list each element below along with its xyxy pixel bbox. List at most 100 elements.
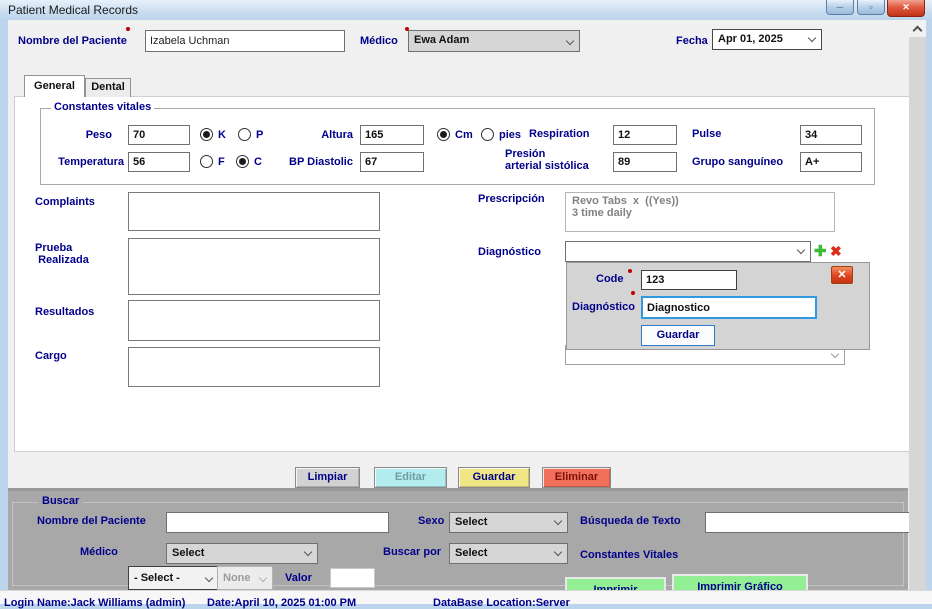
popup-close-button[interactable]: ✕ <box>831 266 853 284</box>
search-text-label: Búsqueda de Texto <box>580 515 681 527</box>
peso-unit-k-radio[interactable] <box>200 128 213 141</box>
imprimir-button[interactable]: Imprimir <box>565 577 666 590</box>
altura-unit-pies-radio[interactable] <box>481 128 494 141</box>
pulse-input[interactable] <box>800 125 862 145</box>
chevron-down-icon <box>554 548 562 556</box>
prueba-realizada-label: Prueba Realizada <box>35 242 89 266</box>
altura-unit-cm-radio[interactable] <box>437 128 450 141</box>
respiration-input[interactable] <box>613 125 677 145</box>
diagnostico-label: Diagnóstico <box>478 246 541 258</box>
search-panel: Buscar Nombre del Paciente Sexo Select B… <box>8 488 908 590</box>
vitals-group: Constantes vitales <box>40 108 875 185</box>
vitals-legend: Constantes vitales <box>51 101 154 113</box>
valor-input[interactable] <box>330 568 375 588</box>
chevron-down-icon <box>808 34 816 42</box>
search-patient-name-label: Nombre del Paciente <box>37 515 146 527</box>
add-diagnosis-popup: ✕ Code Diagnóstico Guardar <box>566 262 870 350</box>
minimize-icon: ─ <box>837 2 843 12</box>
bp-diastolic-input[interactable] <box>360 152 424 172</box>
altura-input[interactable] <box>360 125 424 145</box>
close-icon: ✕ <box>837 269 846 281</box>
form-area: Nombre del Paciente Médico Ewa Adam Fech… <box>8 20 909 590</box>
scroll-up-icon <box>913 26 923 36</box>
title-bar: Patient Medical Records <box>0 0 932 20</box>
peso-input[interactable] <box>128 125 190 145</box>
add-diagnosis-icon[interactable]: ✚ <box>814 244 827 259</box>
popup-diagnostico-input[interactable] <box>641 296 817 319</box>
chevron-down-icon <box>205 574 213 582</box>
search-sexo-select[interactable]: Select <box>449 512 568 533</box>
maximize-icon: ▫ <box>869 2 872 12</box>
scroll-up-button[interactable] <box>909 20 926 37</box>
code-label: Code <box>596 273 624 285</box>
peso-label: Peso <box>48 129 112 141</box>
chevron-down-icon <box>831 350 839 358</box>
k-label: K <box>218 129 226 141</box>
buscar-por-select[interactable]: Select <box>449 543 568 564</box>
window-title: Patient Medical Records <box>8 3 138 17</box>
prescripcion-label: Prescripción <box>478 193 545 205</box>
presion-sistolica-input[interactable] <box>613 152 677 172</box>
resultados-label: Resultados <box>35 306 94 318</box>
required-marker <box>631 291 635 295</box>
temp-unit-c-radio[interactable] <box>236 155 249 168</box>
constantes-vitales-label: Constantes Vitales <box>580 549 678 561</box>
patient-name-input[interactable] <box>145 30 345 52</box>
medico-select[interactable]: Ewa Adam <box>408 30 580 52</box>
guardar-button[interactable]: Guardar <box>458 467 530 488</box>
temperatura-input[interactable] <box>128 152 190 172</box>
status-database-location: DataBase Location:Server <box>433 597 570 609</box>
status-date: Date:April 10, 2025 01:00 PM <box>207 597 356 609</box>
complaints-textarea[interactable] <box>128 192 380 231</box>
chevron-down-icon <box>259 574 267 582</box>
unit-select[interactable]: None <box>217 566 273 590</box>
medico-label: Médico <box>360 35 398 47</box>
tab-dental[interactable]: Dental <box>85 78 131 97</box>
eliminar-button[interactable]: Eliminar <box>542 467 611 488</box>
delete-diagnosis-icon[interactable]: ✖ <box>830 244 842 259</box>
close-icon: ✕ <box>902 2 910 12</box>
vital-sign-select[interactable]: - Select - <box>128 566 219 590</box>
cargo-textarea[interactable] <box>128 347 380 387</box>
search-text-input[interactable] <box>705 512 909 533</box>
editar-button[interactable]: Editar <box>374 467 447 488</box>
prescripcion-textarea[interactable]: Revo Tabs x ((Yes)) 3 time daily <box>565 192 835 232</box>
p-label: P <box>256 129 263 141</box>
altura-label: Altura <box>285 129 353 141</box>
fecha-date-picker[interactable]: Apr 01, 2025 <box>712 29 822 50</box>
vertical-scrollbar[interactable] <box>909 20 926 590</box>
popup-diagnostico-label: Diagnóstico <box>572 301 635 313</box>
diagnostico-select[interactable] <box>565 241 811 262</box>
limpiar-button[interactable]: Limpiar <box>295 467 360 488</box>
pulse-label: Pulse <box>692 128 721 140</box>
peso-unit-p-radio[interactable] <box>238 128 251 141</box>
temp-unit-f-radio[interactable] <box>200 155 213 168</box>
chevron-down-icon <box>554 517 562 525</box>
search-medico-select[interactable]: Select <box>166 543 318 564</box>
cargo-label: Cargo <box>35 350 67 362</box>
imprimir-grafico-button[interactable]: Imprimir Gráfico <box>672 574 808 590</box>
status-bar: Login Name:Jack Williams (admin) Date:Ap… <box>0 590 932 604</box>
presion-sistolica-label: Presión arterial sistólica <box>505 148 615 172</box>
status-login-name: Login Name:Jack Williams (admin) <box>4 597 185 609</box>
temperatura-label: Temperatura <box>42 156 124 168</box>
close-button[interactable]: ✕ <box>887 0 925 17</box>
f-label: F <box>218 156 225 168</box>
cm-label: Cm <box>455 129 473 141</box>
respiration-label: Respiration <box>529 128 590 140</box>
code-input[interactable] <box>641 270 737 290</box>
tab-general[interactable]: General <box>24 75 85 97</box>
bp-diastolic-label: BP Diastolic <box>278 156 353 168</box>
search-sexo-label: Sexo <box>418 515 444 527</box>
resultados-textarea[interactable] <box>128 300 380 341</box>
pies-label: pies <box>499 129 521 141</box>
search-patient-name-input[interactable] <box>166 512 389 533</box>
maximize-button[interactable]: ▫ <box>857 0 885 15</box>
chevron-down-icon <box>566 37 574 45</box>
required-marker <box>126 27 130 31</box>
minimize-button[interactable]: ─ <box>826 0 854 15</box>
popup-guardar-button[interactable]: Guardar <box>641 325 715 346</box>
prueba-realizada-textarea[interactable] <box>128 238 380 295</box>
valor-label: Valor <box>285 572 312 584</box>
grupo-sanguineo-input[interactable] <box>800 152 862 172</box>
